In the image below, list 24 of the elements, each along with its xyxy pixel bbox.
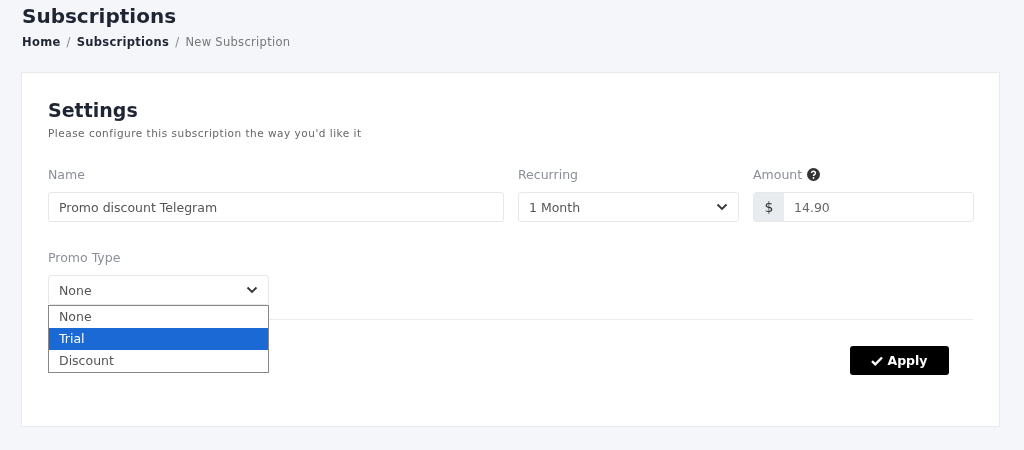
- field-label: Recurring: [518, 166, 578, 182]
- card-subtitle: Please configure this subscription the way you'd like it: [48, 127, 362, 139]
- help-icon[interactable]: [807, 167, 821, 181]
- breadcrumb-separator: /: [66, 35, 71, 49]
- breadcrumb-current: New Subscription: [185, 35, 291, 49]
- name-input[interactable]: Promo discount Telegram: [48, 192, 504, 222]
- dropdown-option[interactable]: Discount: [49, 350, 268, 372]
- field-label: Promo Type: [48, 249, 121, 265]
- card-title: Settings: [48, 98, 138, 123]
- promo-type-select[interactable]: None: [48, 275, 269, 305]
- apply-button[interactable]: Apply: [850, 346, 949, 375]
- field-label: Amount: [753, 166, 803, 182]
- breadcrumb-link[interactable]: Subscriptions: [76, 35, 170, 49]
- dropdown-option[interactable]: None: [49, 306, 268, 328]
- field-label: Name: [48, 166, 85, 182]
- breadcrumb-link[interactable]: Home: [22, 35, 61, 49]
- page-title: Subscriptions: [22, 3, 177, 30]
- check-icon: [871, 355, 884, 366]
- breadcrumb-separator: /: [175, 35, 180, 49]
- recurring-select[interactable]: 1 Month: [518, 192, 739, 222]
- chevron-down-icon: [246, 286, 258, 294]
- amount-input[interactable]: $ 14.90: [753, 192, 974, 222]
- chevron-down-icon: [716, 203, 728, 211]
- dropdown-option[interactable]: Trial: [49, 328, 268, 350]
